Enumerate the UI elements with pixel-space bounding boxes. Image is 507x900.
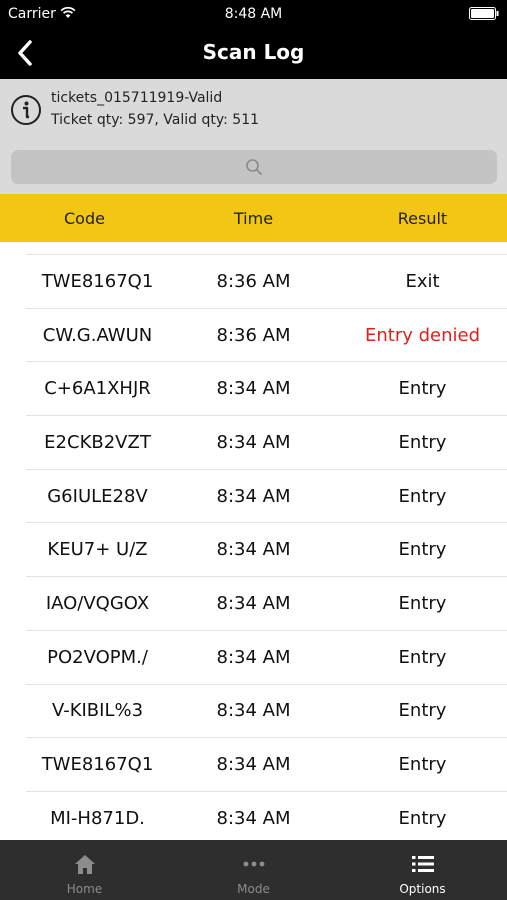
table-row[interactable]: CW.G.AWUN 8:36 AM Entry denied: [26, 307, 507, 362]
ticket-code: C+6A1XHJR: [44, 378, 151, 400]
table-row[interactable]: C+6A1XHJR 8:34 AM Entry: [26, 361, 507, 415]
tab-mode[interactable]: Mode: [169, 840, 338, 900]
tab-home[interactable]: Home: [0, 840, 169, 900]
ellipsis-icon: [243, 861, 264, 867]
scan-result: Entry: [398, 754, 447, 776]
ticket-code: PO2VOPM./: [47, 646, 148, 668]
scan-time: 8:36 AM: [216, 324, 291, 346]
scan-time: 8:34 AM: [216, 485, 291, 507]
search-input[interactable]: [11, 150, 497, 184]
scan-result: Entry: [398, 592, 447, 614]
ticket-code: TWE8167Q1: [41, 754, 154, 776]
ticket-code: E2CKB2VZT: [44, 431, 151, 453]
table-row[interactable]: IAO/VQGOX 8:34 AM Entry: [26, 576, 507, 630]
file-name: tickets_015711919-Valid: [51, 90, 223, 106]
ticket-code: V-KIBIL%3: [51, 700, 144, 722]
column-header-code[interactable]: Code: [0, 209, 169, 228]
scan-time: 8:34 AM: [216, 646, 291, 668]
table-row[interactable]: TWE8167Q1 8:36 AM Exit: [26, 254, 507, 308]
table-row[interactable]: TWE8167Q1 8:34 AM Entry: [26, 737, 507, 791]
ticket-code: G6IULE28V: [47, 485, 148, 507]
status-bar: Carrier 8:48 AM: [0, 0, 507, 28]
page-title: Scan Log: [202, 40, 305, 64]
column-header-time[interactable]: Time: [169, 209, 338, 228]
scan-time: 8:34 AM: [216, 754, 291, 776]
home-icon: [74, 855, 95, 874]
scan-time: 8:36 AM: [216, 270, 291, 292]
table-header: Code Time Result: [0, 194, 507, 242]
battery-icon: [469, 7, 499, 20]
scan-log-table[interactable]: TWE8167Q1 8:36 AM Exit CW.G.AWUN 8:36 AM Entr…: [0, 242, 507, 840]
tab-mode-label: Mode: [237, 882, 270, 896]
scan-result: Entry: [398, 431, 447, 453]
scan-result: Entry: [398, 539, 447, 561]
tab-options[interactable]: Options: [338, 840, 507, 900]
scan-result: Exit: [405, 270, 440, 292]
scan-result: Entry denied: [364, 324, 481, 346]
ticket-code: TWE8167Q1: [41, 270, 154, 292]
nav-bar: Scan Log: [0, 28, 507, 79]
status-time: 8:48 AM: [224, 6, 283, 22]
scan-result: Entry: [398, 700, 447, 722]
column-header-result[interactable]: Result: [338, 209, 507, 228]
table-row[interactable]: G6IULE28V 8:34 AM Entry: [26, 468, 507, 523]
tab-bar: Home Mode Options: [0, 840, 507, 900]
ticket-code: IAO/VQGOX: [45, 592, 150, 614]
table-row[interactable]: E2CKB2VZT 8:34 AM Entry: [26, 415, 507, 469]
scan-result: Entry: [398, 807, 447, 829]
scan-result: Entry: [398, 646, 447, 668]
back-button[interactable]: [10, 36, 40, 70]
chevron-left-icon: [18, 40, 32, 66]
scan-time: 8:34 AM: [216, 378, 291, 400]
ticket-code: CW.G.AWUN: [42, 324, 153, 346]
scan-time: 8:34 AM: [216, 807, 291, 829]
list-icon: [411, 856, 434, 872]
scan-result: Entry: [398, 378, 447, 400]
tab-home-label: Home: [66, 882, 103, 896]
ticket-code: KEU7+ U/Z: [47, 539, 148, 561]
info-icon: [11, 95, 41, 125]
ticket-quantities: Ticket qty: 597, Valid qty: 511: [51, 112, 260, 128]
table-row[interactable]: V-KIBIL%3 8:34 AM Entry: [26, 683, 507, 738]
scan-time: 8:34 AM: [216, 539, 291, 561]
scan-time: 8:34 AM: [216, 431, 291, 453]
scan-time: 8:34 AM: [216, 592, 291, 614]
scan-result: Entry: [398, 485, 447, 507]
scan-time: 8:34 AM: [216, 700, 291, 722]
table-row[interactable]: KEU7+ U/Z 8:34 AM Entry: [26, 522, 507, 576]
table-row[interactable]: MI-H871D. 8:34 AM Entry: [26, 790, 507, 840]
tab-options-label: Options: [399, 882, 446, 896]
search-bar[interactable]: [11, 150, 497, 184]
ticket-code: MI-H871D.: [50, 807, 145, 829]
table-row[interactable]: PO2VOPM./ 8:34 AM Entry: [26, 629, 507, 684]
